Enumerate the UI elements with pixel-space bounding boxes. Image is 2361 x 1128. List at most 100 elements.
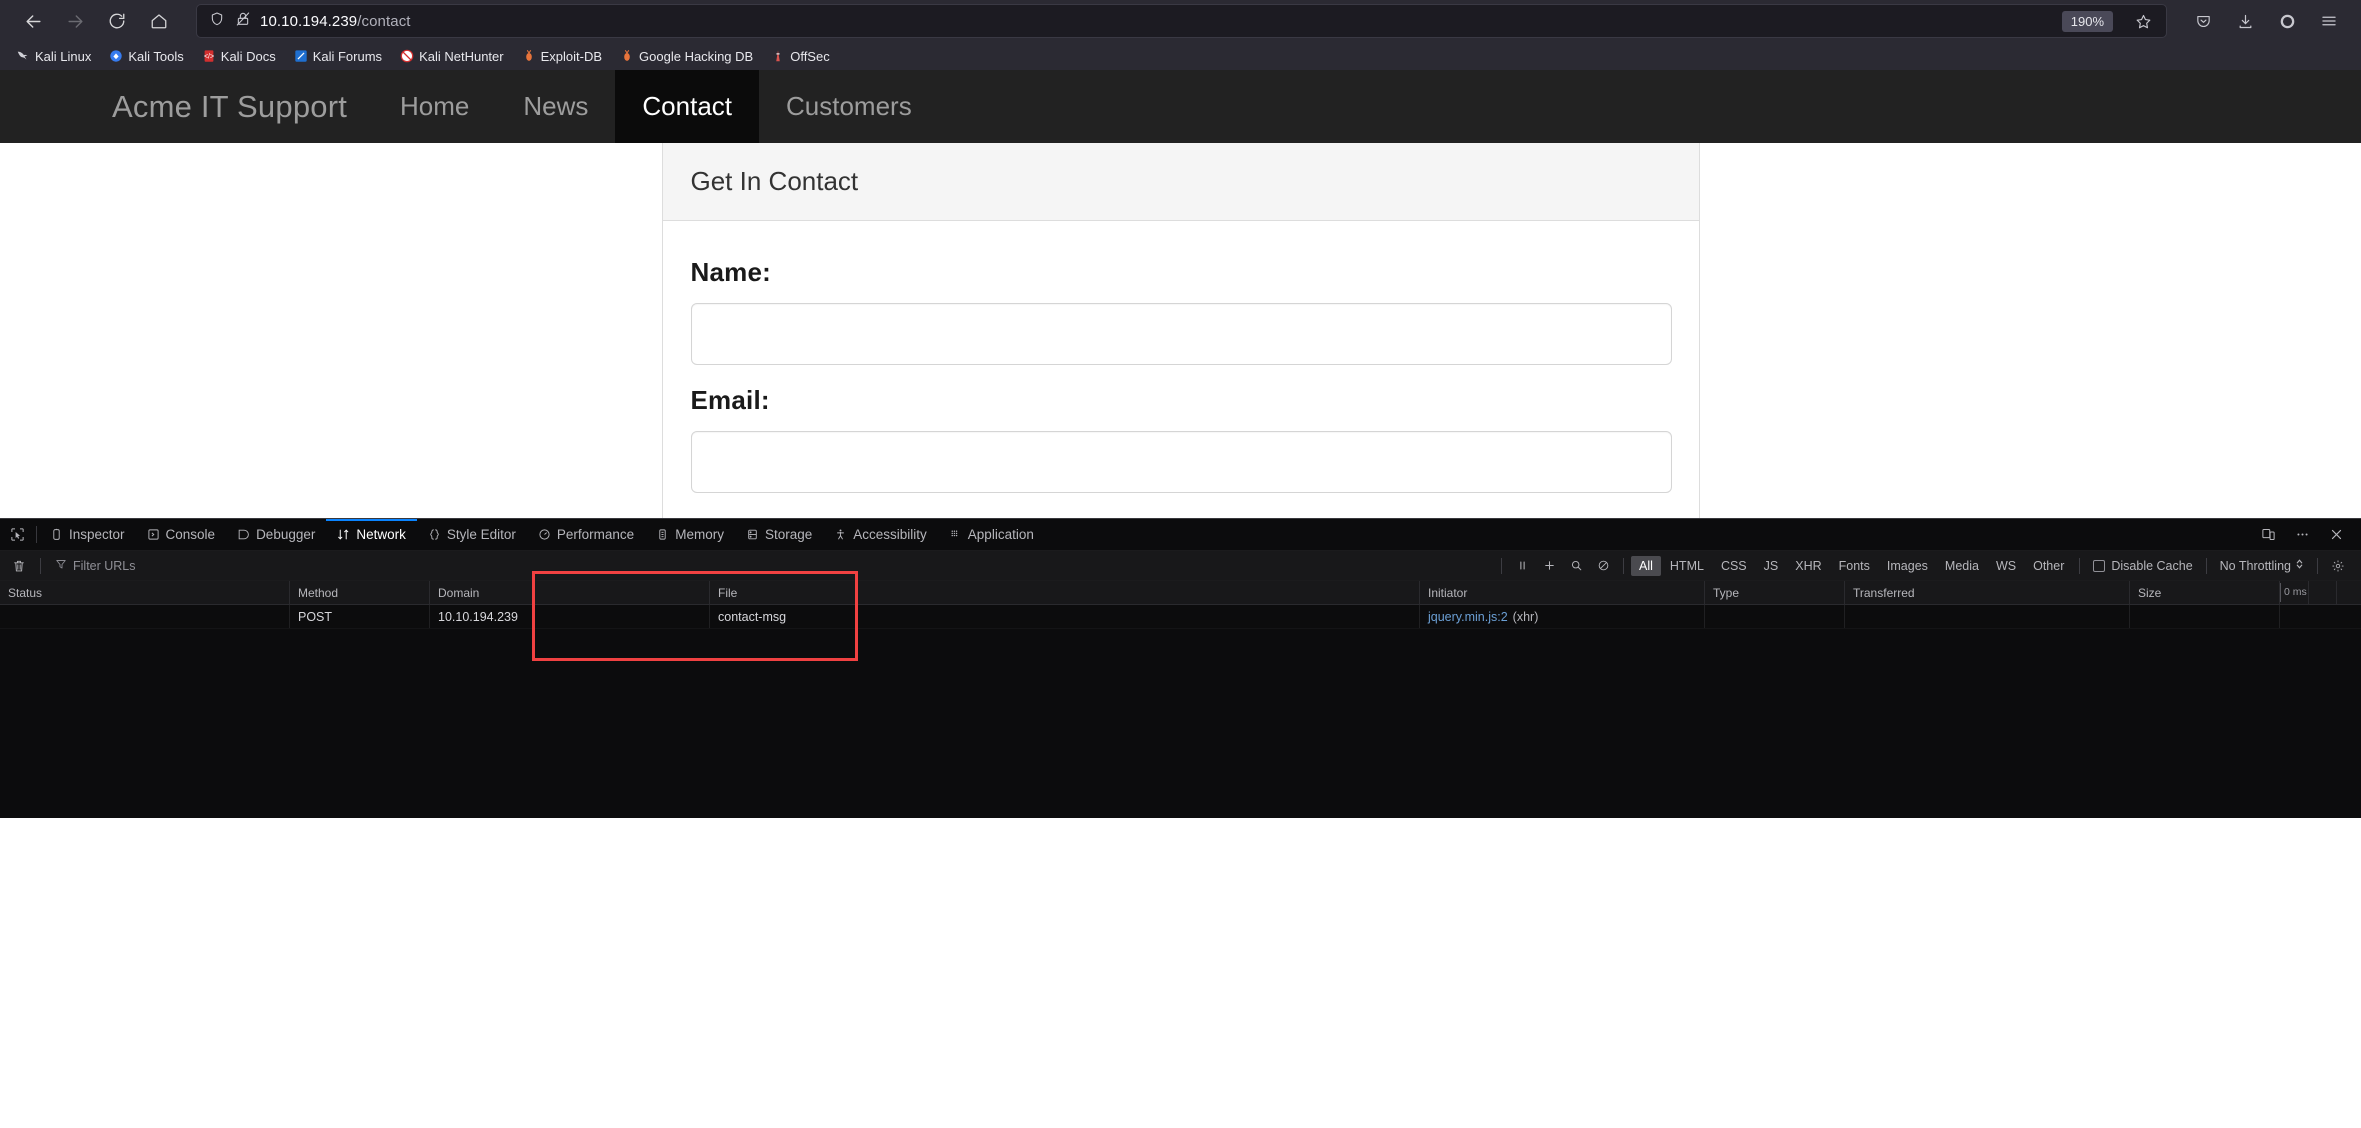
cell-method: POST [290,605,430,628]
back-button[interactable] [14,4,52,38]
column-header-size[interactable]: Size [2130,581,2280,604]
filter-chip-xhr[interactable]: XHR [1787,556,1829,576]
filter-urls-box[interactable]: Filter URLs [49,558,309,573]
close-icon[interactable] [2321,520,2351,550]
throttling-dropdown[interactable]: No Throttling [2214,558,2310,573]
cell-size [2130,605,2280,628]
site-brand[interactable]: Acme IT Support [0,70,373,143]
element-picker-icon[interactable] [0,519,34,550]
bookmark-google-hacking-db[interactable]: Google Hacking DB [612,46,761,67]
bookmarks-toolbar: Kali Linux Kali Tools </> Kali Docs Kali… [0,42,2361,70]
url-bar-leading-icons [209,11,251,32]
offsec-icon [771,49,785,63]
filter-chip-all[interactable]: All [1631,556,1661,576]
pocket-icon[interactable] [2185,4,2221,38]
column-header-transferred[interactable]: Transferred [1845,581,2130,604]
trash-icon[interactable] [6,554,32,578]
disable-cache-toggle[interactable]: Disable Cache [2087,559,2198,573]
column-header-type[interactable]: Type [1705,581,1845,604]
bookmark-kali-linux[interactable]: Kali Linux [8,46,99,67]
nav-item-contact[interactable]: Contact [615,70,759,143]
nav-item-customers[interactable]: Customers [759,70,939,143]
cell-type [1705,605,1845,628]
bookmark-label: OffSec [790,49,830,64]
bookmark-kali-tools[interactable]: Kali Tools [101,46,191,67]
tab-label: Performance [557,527,634,542]
column-header-status[interactable]: Status [0,581,290,604]
shield-icon[interactable] [209,11,225,32]
filter-chip-ws[interactable]: WS [1988,556,2024,576]
disable-cache-checkbox[interactable] [2093,560,2105,572]
devtools-tabbar-controls [2253,519,2361,550]
filter-chip-js[interactable]: JS [1756,556,1787,576]
bookmark-label: Kali Linux [35,49,91,64]
reload-button[interactable] [98,4,136,38]
table-row[interactable]: POST 10.10.194.239 contact-msg jquery.mi… [0,605,2361,629]
gear-icon[interactable] [2325,554,2351,578]
tab-inspector[interactable]: Inspector [39,519,136,550]
column-header-domain[interactable]: Domain [430,581,710,604]
account-icon[interactable] [2269,4,2305,38]
downloads-icon[interactable] [2227,4,2263,38]
filter-urls-placeholder: Filter URLs [73,559,136,573]
zoom-level-indicator[interactable]: 190% [2062,11,2113,32]
responsive-design-mode-icon[interactable] [2253,520,2283,550]
filter-chip-other[interactable]: Other [2025,556,2072,576]
column-header-file[interactable]: File [710,581,1420,604]
timeline-ticks: 0 ms 80 ms 160 ms [2280,581,2361,604]
block-icon[interactable] [1590,554,1616,578]
browser-chrome: 10.10.194.239/contact 190% Kali Linux [0,0,2361,70]
initiator-link[interactable]: jquery.min.js:2 [1428,610,1508,624]
tab-application[interactable]: Application [938,519,1045,550]
nav-item-news[interactable]: News [496,70,615,143]
column-header-timeline: 0 ms 80 ms 160 ms [2280,581,2361,604]
tab-storage[interactable]: Storage [735,519,823,550]
meatball-menu-icon[interactable] [2287,520,2317,550]
tab-label: Debugger [256,527,315,542]
tab-performance[interactable]: Performance [527,519,645,550]
tab-debugger[interactable]: Debugger [226,519,326,550]
kali-nethunter-icon [400,49,414,63]
devtools-tabbar: Inspector Console Debugger Network Style… [0,519,2361,551]
kali-forums-icon [294,49,308,63]
timeline-tick-0: 0 ms [2280,586,2307,598]
tab-memory[interactable]: Memory [645,519,735,550]
cell-timeline [2280,605,2361,628]
email-input[interactable] [691,431,1672,493]
filter-chip-html[interactable]: HTML [1662,556,1712,576]
app-menu-icon[interactable] [2311,4,2347,38]
bookmark-kali-nethunter[interactable]: Kali NetHunter [392,46,512,67]
filter-chip-css[interactable]: CSS [1713,556,1755,576]
column-header-method[interactable]: Method [290,581,430,604]
tab-accessibility[interactable]: Accessibility [823,519,938,550]
bookmark-star-icon[interactable] [2128,7,2158,35]
tab-label: Network [356,527,406,542]
home-button[interactable] [140,4,178,38]
tab-style-editor[interactable]: Style Editor [417,519,527,550]
connection-not-secure-icon[interactable] [235,11,251,32]
tab-network[interactable]: Network [326,519,417,550]
devtools-panel: Inspector Console Debugger Network Style… [0,518,2361,818]
url-text[interactable]: 10.10.194.239/contact [260,13,2053,30]
bookmark-kali-forums[interactable]: Kali Forums [286,46,390,67]
search-icon[interactable] [1563,554,1589,578]
network-table-body: POST 10.10.194.239 contact-msg jquery.mi… [0,605,2361,629]
svg-text:</>: </> [204,54,214,61]
url-bar[interactable]: 10.10.194.239/contact 190% [196,4,2167,38]
filter-chip-images[interactable]: Images [1879,556,1936,576]
bookmark-exploit-db[interactable]: Exploit-DB [514,46,610,67]
tab-console[interactable]: Console [136,519,227,550]
toolbar-divider [2317,558,2318,574]
browser-toolbar-right [2179,4,2347,38]
forward-button[interactable] [56,4,94,38]
pause-icon[interactable] [1509,554,1535,578]
filter-chip-fonts[interactable]: Fonts [1831,556,1878,576]
column-header-initiator[interactable]: Initiator [1420,581,1705,604]
cell-initiator: jquery.min.js:2 (xhr) [1420,605,1705,628]
nav-item-home[interactable]: Home [373,70,496,143]
bookmark-offsec[interactable]: OffSec [763,46,838,67]
name-input[interactable] [691,303,1672,365]
bookmark-kali-docs[interactable]: </> Kali Docs [194,46,284,67]
filter-chip-media[interactable]: Media [1937,556,1987,576]
plus-icon[interactable] [1536,554,1562,578]
